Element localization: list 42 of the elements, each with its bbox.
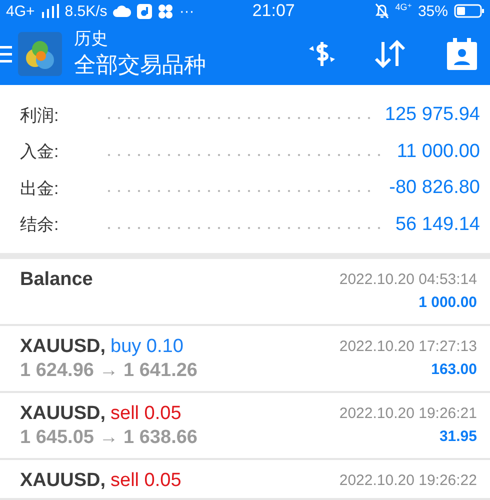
bell-off-icon	[375, 3, 390, 20]
deal-prices: 1 624.96 → 1 641.26	[20, 360, 198, 382]
sort-arrows-icon[interactable]	[374, 38, 406, 69]
summary-value: 125 975.94	[384, 104, 480, 126]
signal-icon	[40, 4, 59, 18]
deal-order: sell 0.05	[110, 470, 182, 492]
deal-amount: 31.95	[439, 428, 477, 445]
summary-value: 56 149.14	[395, 214, 480, 236]
summary-label: 出金:	[20, 178, 60, 200]
deal-amount: 163.00	[431, 361, 477, 378]
deal-symbol: XAUUSD,	[20, 336, 106, 358]
deal-amount: 1 000.00	[418, 294, 477, 311]
deal-symbol: XAUUSD,	[20, 470, 106, 492]
network-label: 4G+	[6, 2, 35, 20]
battery-level: 35%	[418, 2, 448, 20]
screen-title: 全部交易品种	[74, 51, 207, 80]
contact-card-icon[interactable]	[446, 36, 478, 71]
summary-label: 入金:	[20, 141, 60, 164]
summary-value: 11 000.00	[396, 140, 480, 163]
network-label: 4G⁺	[395, 2, 412, 13]
network-speed: 8.5K/s	[64, 2, 108, 20]
app-icon	[137, 4, 152, 19]
summary-label: 结余:	[20, 214, 60, 236]
summary-label: 利润:	[20, 104, 60, 127]
deal-time: 2022.10.20 17:27:13	[339, 338, 477, 355]
fan-icon	[158, 4, 174, 19]
app-logo	[18, 32, 62, 76]
deal-order: buy 0.10	[110, 336, 184, 358]
cloud-icon	[113, 5, 132, 18]
deal-prices: 1 645.05 → 1 638.66	[20, 427, 198, 449]
menu-icon[interactable]	[0, 44, 12, 63]
deal-time: 2022.10.20 19:26:22	[339, 472, 477, 489]
screen-subtitle: 历史	[74, 28, 109, 50]
summary-value: -80 826.80	[389, 177, 480, 200]
battery-icon	[454, 4, 484, 18]
deal-symbol: Balance	[20, 269, 93, 291]
deal-time: 2022.10.20 04:53:14	[339, 271, 477, 288]
more-notifications: ···	[179, 2, 194, 20]
deal-symbol: XAUUSD,	[20, 403, 106, 425]
clock: 21:07	[252, 1, 295, 22]
deal-order: sell 0.05	[110, 403, 182, 425]
deal-time: 2022.10.20 19:26:21	[339, 405, 477, 422]
